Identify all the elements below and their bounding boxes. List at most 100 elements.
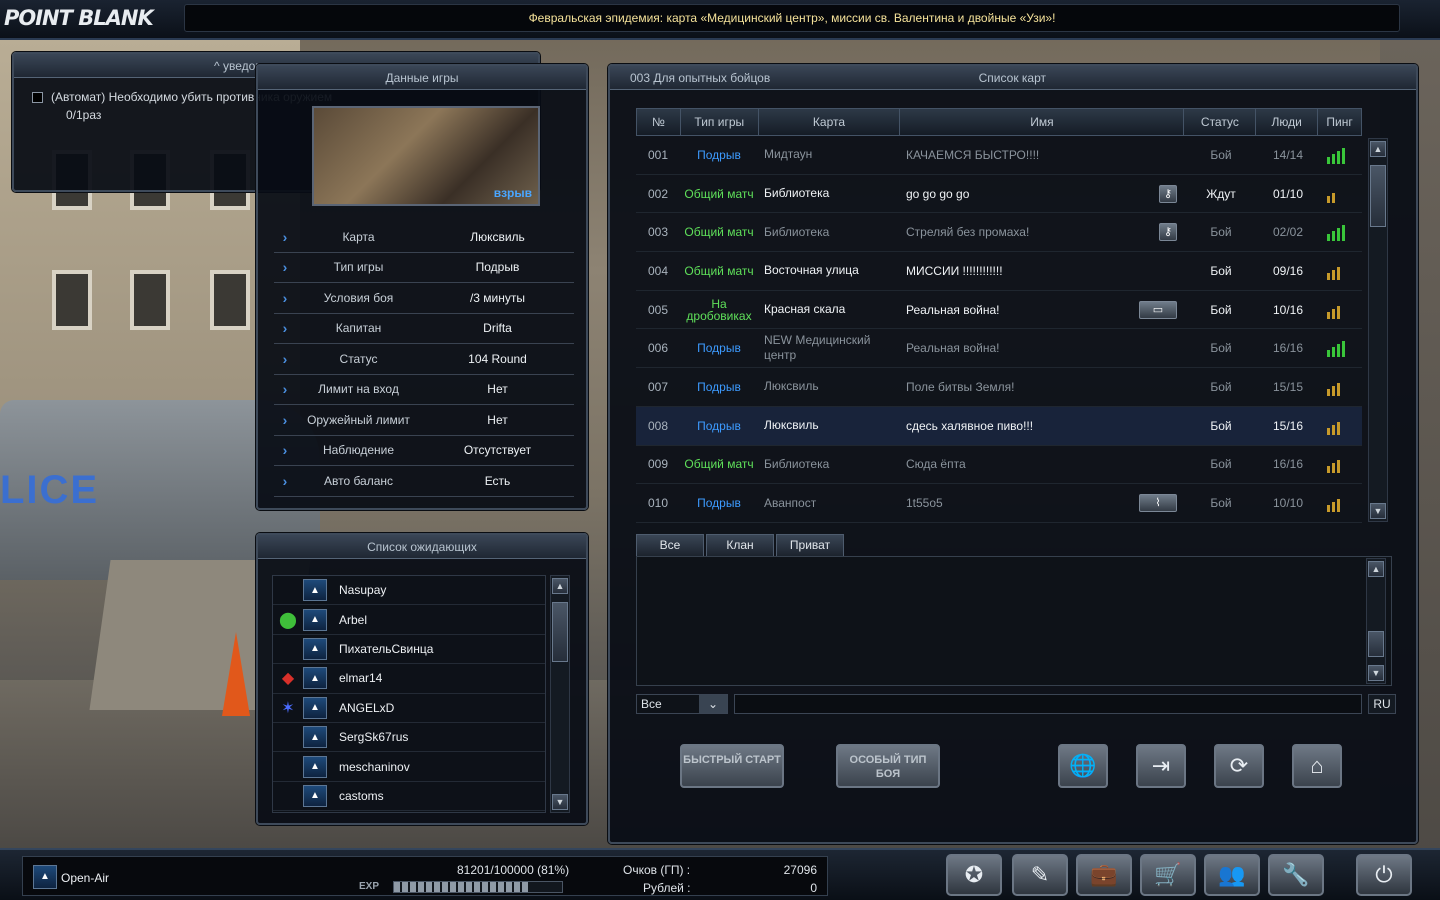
missions-icon[interactable]: ✎ bbox=[1012, 854, 1068, 896]
room-type: Подрыв bbox=[697, 341, 741, 356]
globe-icon[interactable]: 🌐 bbox=[1058, 744, 1108, 788]
room-row[interactable]: 005 На дробовиках Красная скала Реальная… bbox=[636, 291, 1362, 330]
rank-icon: ▲ bbox=[303, 784, 327, 807]
chat-tab[interactable]: Клан bbox=[706, 534, 774, 556]
ping-bar bbox=[1337, 150, 1340, 164]
player-row[interactable]: ▲ castoms bbox=[273, 782, 545, 812]
room-row[interactable]: 001 Подрыв Мидтаун КАЧАЕМСЯ БЫСТРО!!!! Б… bbox=[636, 136, 1362, 175]
player-name: Arbel bbox=[339, 612, 368, 627]
info-row: › Авто баланс Есть bbox=[274, 466, 574, 497]
ping-bar bbox=[1327, 505, 1330, 513]
room-row[interactable]: 008 Подрыв Люксвиль сдесь халявное пиво!… bbox=[636, 406, 1362, 446]
game-info-panel: Данные игры взрыв › Карта Люксвиль › Тип игр… bbox=[256, 64, 588, 510]
col-map[interactable]: Карта bbox=[759, 109, 901, 135]
room-people: 09/16 bbox=[1272, 263, 1304, 278]
quick-start-button[interactable]: БЫСТРЫЙ СТАРТ bbox=[680, 744, 784, 788]
clan-star-icon: ✶ bbox=[281, 699, 295, 717]
chat-channel-select[interactable]: Все ⌄ bbox=[636, 694, 728, 714]
refresh-icon[interactable]: ⟳ bbox=[1214, 744, 1264, 788]
ping-indicator bbox=[1319, 301, 1362, 319]
room-row[interactable]: 010 Подрыв Аванпост 1t55o5 ⌇ Бой 10/10 bbox=[636, 484, 1362, 523]
mission-checkbox[interactable] bbox=[32, 92, 43, 104]
chat-log[interactable] bbox=[636, 556, 1392, 686]
room-people: 01/10 bbox=[1272, 186, 1304, 201]
enter-room-icon[interactable]: ⇥ bbox=[1136, 744, 1186, 788]
traffic-cone bbox=[222, 632, 250, 716]
player-row[interactable]: ▲ ПихательСвинца bbox=[273, 635, 545, 665]
col-type[interactable]: Тип игры bbox=[681, 109, 759, 135]
scroll-thumb[interactable] bbox=[552, 602, 568, 662]
ping-indicator bbox=[1319, 185, 1362, 203]
map-preview: взрыв bbox=[312, 106, 540, 206]
scroll-thumb[interactable] bbox=[1368, 631, 1384, 657]
room-map: Библиотека bbox=[764, 456, 830, 471]
scroll-down-icon[interactable]: ▼ bbox=[552, 794, 568, 810]
community-icon[interactable]: 👥 bbox=[1204, 854, 1260, 896]
room-row[interactable]: 002 Общий матч Библиотека go go go go ⚷ Ж… bbox=[636, 175, 1362, 214]
ping-bar bbox=[1337, 228, 1340, 242]
shotgun-icon: ▭ bbox=[1139, 300, 1177, 319]
ping-bar bbox=[1342, 264, 1345, 280]
chat-scrollbar[interactable]: ▲ ▼ bbox=[1366, 558, 1386, 684]
room-scrollbar[interactable]: ▲ ▼ bbox=[1368, 138, 1388, 522]
room-number: 002 bbox=[647, 186, 669, 201]
room-map: Библиотека bbox=[764, 186, 830, 201]
col-ping[interactable]: Пинг bbox=[1318, 109, 1361, 135]
player-row[interactable]: ▲ SergSk67rus bbox=[273, 723, 545, 753]
chevron-down-icon[interactable]: ⌄ bbox=[699, 695, 727, 713]
chevron-right-icon: › bbox=[282, 289, 288, 306]
player-row[interactable]: ✶ ▲ ANGELxD bbox=[273, 694, 545, 723]
player-row[interactable]: ▲ Nasupay bbox=[273, 576, 545, 606]
shop-cart-icon[interactable]: 🛒 bbox=[1140, 854, 1196, 896]
scroll-up-icon[interactable]: ▲ bbox=[1370, 141, 1386, 157]
mission-progress: 0/1раз bbox=[66, 108, 102, 122]
news-ticker[interactable]: Февральская эпидемия: карта «Медицинский… bbox=[184, 4, 1400, 32]
waiting-scrollbar[interactable]: ▲ ▼ bbox=[550, 575, 570, 813]
scroll-thumb[interactable] bbox=[1370, 165, 1386, 227]
col-name[interactable]: Имя bbox=[900, 109, 1185, 135]
room-type: Общий матч bbox=[684, 263, 754, 278]
info-row: › Лимит на вход Нет bbox=[274, 375, 574, 405]
chat-input[interactable] bbox=[734, 694, 1362, 714]
room-row[interactable]: 009 Общий матч Библиотека Сюда ёпта Бой … bbox=[636, 446, 1362, 485]
scroll-up-icon[interactable]: ▲ bbox=[1368, 561, 1384, 577]
exp-bar bbox=[393, 881, 563, 893]
clan-emblem-icon[interactable]: ✪ bbox=[946, 854, 1002, 896]
room-status: Ждут bbox=[1206, 186, 1236, 201]
game-logo: POINT BLANK bbox=[4, 6, 154, 30]
info-value: Нет bbox=[487, 412, 508, 427]
room-row[interactable]: 006 Подрыв NEW Медицинский центр Реальна… bbox=[636, 329, 1362, 369]
room-people: 10/16 bbox=[1272, 302, 1304, 317]
scroll-down-icon[interactable]: ▼ bbox=[1370, 503, 1386, 519]
room-name: Реальная война! bbox=[906, 341, 1000, 356]
player-row[interactable]: ◆ ▲ elmar14 bbox=[273, 664, 545, 694]
col-status[interactable]: Статус bbox=[1184, 109, 1257, 135]
room-name: Сюда ёпта bbox=[906, 457, 966, 472]
player-name: Nasupay bbox=[339, 583, 387, 598]
info-key: Авто баланс bbox=[323, 473, 394, 488]
power-icon[interactable]: ⏻ bbox=[1356, 854, 1412, 896]
scroll-down-icon[interactable]: ▼ bbox=[1368, 665, 1384, 681]
chevron-right-icon: › bbox=[282, 411, 288, 428]
col-no[interactable]: № bbox=[637, 109, 681, 135]
chat-tab[interactable]: Все bbox=[636, 534, 704, 556]
language-indicator[interactable]: RU bbox=[1368, 694, 1396, 714]
room-row[interactable]: 003 Общий матч Библиотека Стреляй без пр… bbox=[636, 213, 1362, 253]
chat-tab[interactable]: Приват bbox=[776, 534, 844, 556]
home-icon[interactable]: ⌂ bbox=[1292, 744, 1342, 788]
room-row[interactable]: 004 Общий матч Восточная улица МИССИИ !!… bbox=[636, 252, 1362, 291]
room-number: 006 bbox=[647, 341, 669, 356]
room-type: Общий матч bbox=[684, 457, 754, 472]
col-people[interactable]: Люди bbox=[1256, 109, 1319, 135]
rank-icon: ▲ bbox=[33, 865, 57, 889]
player-row[interactable]: ▲ meschaninov bbox=[273, 752, 545, 782]
player-row[interactable]: ⬤ ▲ Arbel bbox=[273, 605, 545, 635]
rank-icon: ▲ bbox=[303, 696, 327, 719]
special-mode-button[interactable]: ОСОБЫЙ ТИП БОЯ bbox=[836, 744, 940, 788]
scroll-up-icon[interactable]: ▲ bbox=[552, 578, 568, 594]
ping-bar bbox=[1327, 466, 1330, 474]
settings-wrench-icon[interactable]: 🔧 bbox=[1268, 854, 1324, 896]
room-row[interactable]: 007 Подрыв Люксвиль Поле битвы Земля! Бо… bbox=[636, 368, 1362, 407]
inventory-icon[interactable]: 💼 bbox=[1076, 854, 1132, 896]
ping-bar bbox=[1342, 147, 1345, 164]
